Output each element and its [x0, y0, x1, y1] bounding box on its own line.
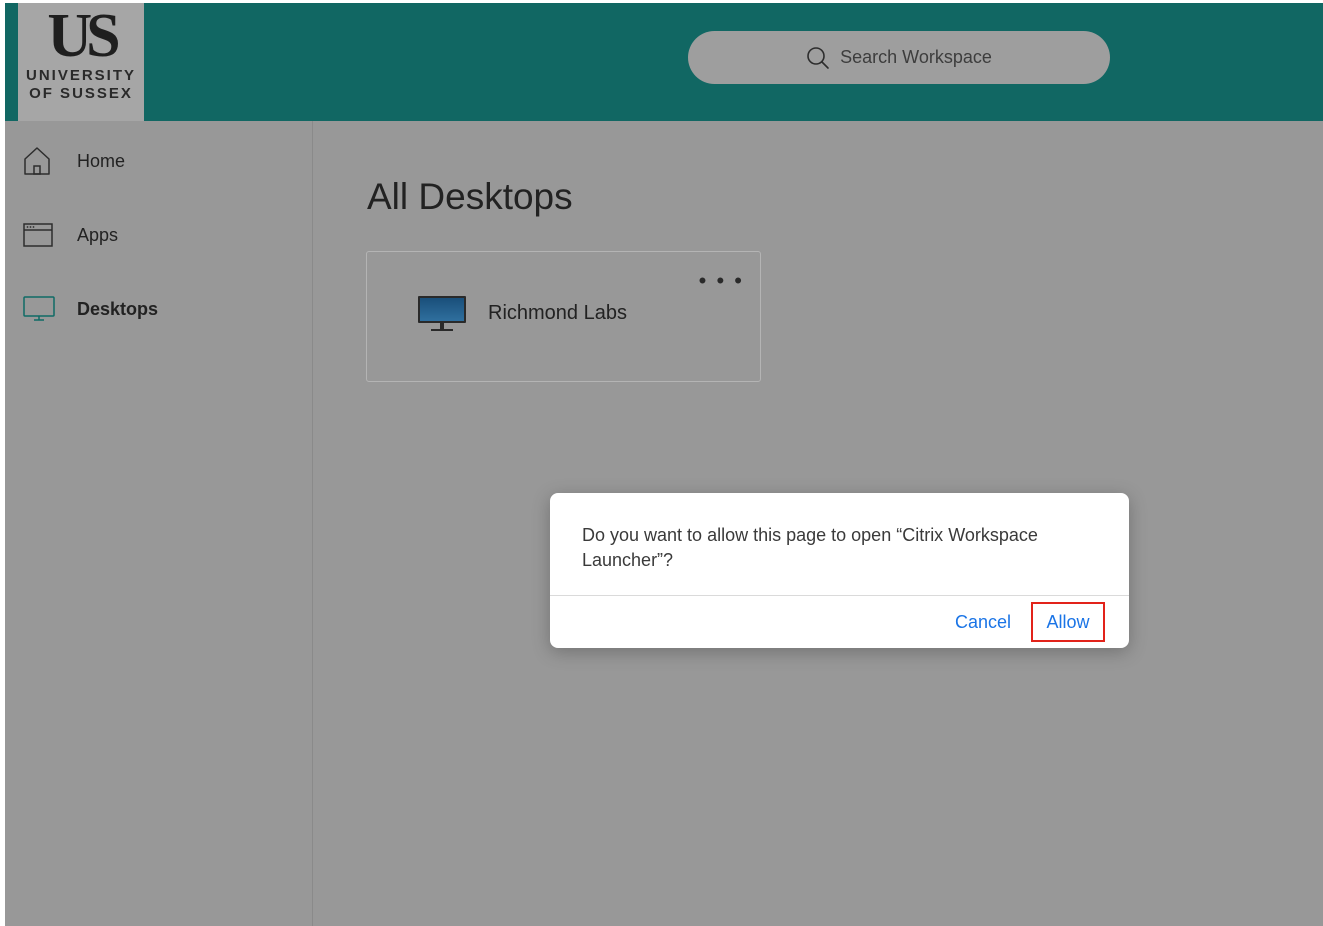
apps-icon	[23, 218, 57, 252]
monitor-icon	[418, 296, 466, 331]
search-icon	[807, 46, 829, 69]
sidebar-item-desktops[interactable]: Desktops	[23, 291, 293, 327]
university-logo[interactable]: US UNIVERSITY OF SUSSEX	[18, 3, 144, 121]
allow-button[interactable]: Allow	[1031, 602, 1105, 642]
sidebar: Home Apps Desktops	[5, 121, 313, 926]
sidebar-item-label: Home	[77, 150, 126, 171]
desktop-card-richmond-labs[interactable]: • • • Richmond Labs	[366, 251, 761, 382]
logo-mark: US	[47, 3, 120, 70]
home-icon	[23, 144, 57, 178]
sidebar-item-home[interactable]: Home	[23, 143, 293, 179]
sidebar-item-label: Desktops	[77, 298, 159, 319]
logo-line-2: OF SUSSEX	[29, 85, 133, 102]
search-placeholder: Search Workspace	[840, 47, 992, 67]
open-app-dialog: Do you want to allow this page to open “…	[550, 493, 1129, 648]
sidebar-item-apps[interactable]: Apps	[23, 217, 293, 253]
workspace-window: US UNIVERSITY OF SUSSEX Search Workspace…	[5, 3, 1323, 926]
cancel-button[interactable]: Cancel	[948, 602, 1018, 642]
page-title: All Desktops	[367, 176, 573, 217]
card-label: Richmond Labs	[488, 302, 627, 324]
desktop-icon	[23, 292, 57, 326]
logo-line-1: UNIVERSITY	[25, 67, 136, 84]
sidebar-item-label: Apps	[77, 224, 119, 245]
more-options-icon[interactable]: • • •	[699, 270, 744, 292]
top-header: US UNIVERSITY OF SUSSEX Search Workspace	[5, 3, 1323, 121]
dialog-divider	[550, 595, 1129, 596]
search-input[interactable]: Search Workspace	[688, 31, 1110, 84]
dialog-message: Do you want to allow this page to open “…	[582, 525, 1038, 570]
